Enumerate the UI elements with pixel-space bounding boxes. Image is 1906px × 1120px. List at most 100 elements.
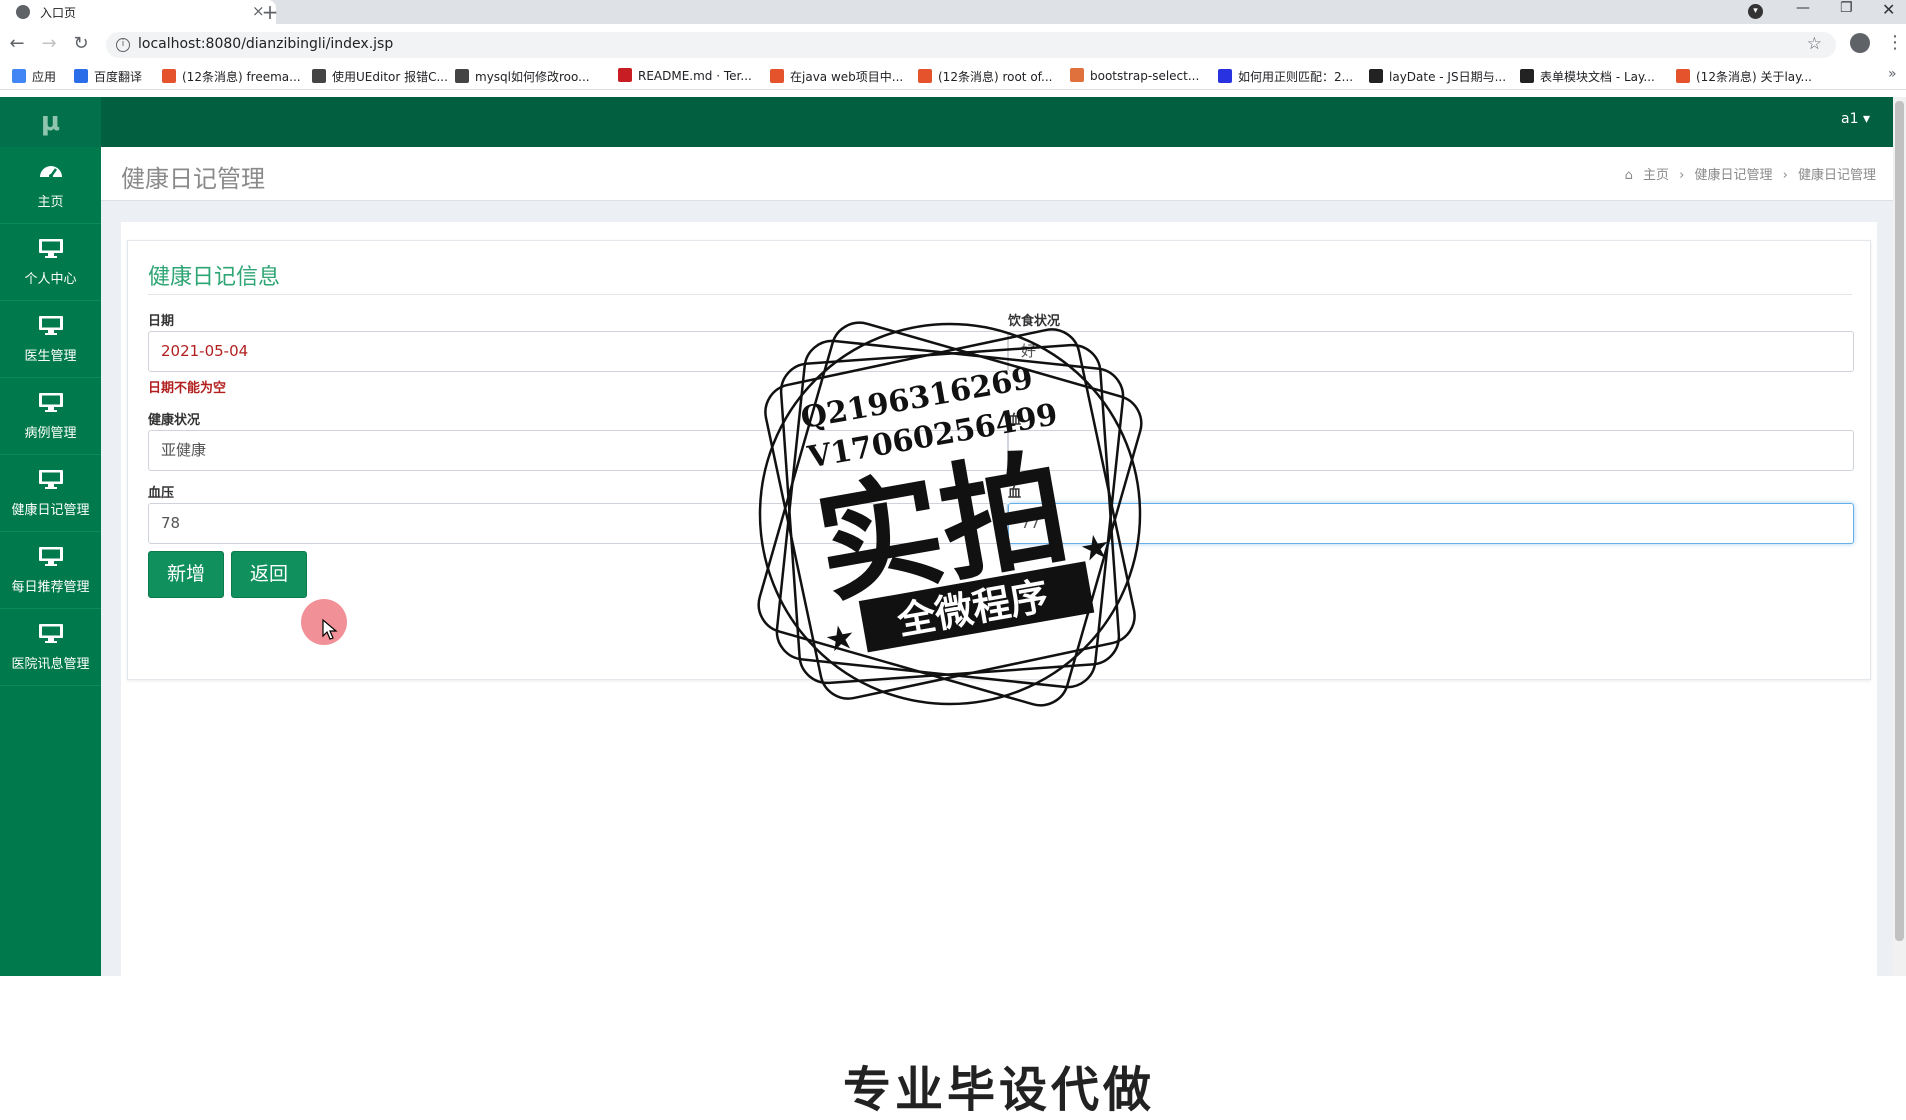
sidebar-item-label: 每日推荐管理	[11, 580, 90, 595]
breadcrumb: ⌂ 主页 › 健康日记管理 › 健康日记管理	[1622, 164, 1879, 183]
sidebar-item[interactable]: 病例管理	[0, 378, 101, 455]
breadcrumb-section[interactable]: 健康日记管理	[1694, 168, 1772, 183]
forward-arrow-icon[interactable]: →	[38, 33, 60, 54]
close-window-button[interactable]: ✕	[1882, 0, 1895, 19]
bookmark-label: layDate - JS日期与...	[1389, 70, 1507, 84]
bookmark-label: 使用UEditor 报错C...	[332, 70, 448, 84]
minimize-button[interactable]: —	[1796, 0, 1810, 16]
sidebar-item-label: 医院讯息管理	[11, 657, 90, 672]
monitor-icon	[39, 316, 63, 335]
url-text[interactable]: localhost:8080/dianzibingli/index.jsp	[138, 36, 393, 52]
sidebar-item-label: 病例管理	[24, 426, 77, 441]
bookmark-item[interactable]: README.md · Ter...	[618, 68, 752, 83]
bookmark-item[interactable]: layDate - JS日期与...	[1369, 68, 1506, 85]
content-header: 健康日记管理 ⌂ 主页 › 健康日记管理 › 健康日记管理	[101, 147, 1893, 201]
date-error: 日期不能为空	[148, 381, 227, 396]
profile-avatar-icon[interactable]	[1850, 33, 1870, 53]
monitor-icon	[39, 547, 63, 566]
scrollbar-thumb[interactable]	[1895, 101, 1904, 941]
sidebar-item[interactable]: 每日推荐管理	[0, 532, 101, 609]
sidebar-item[interactable]: 医生管理	[0, 301, 101, 378]
bookmark-label: 在java web项目中...	[790, 70, 904, 84]
more-bookmarks-icon[interactable]: »	[1888, 66, 1897, 82]
form-title: 健康日记信息	[148, 265, 281, 290]
bookmark-label: bootstrap-select...	[1090, 69, 1200, 83]
bookmark-item[interactable]: (12条消息) root of...	[918, 68, 1052, 85]
bookmark-label: 表单模块文档 - Lay...	[1540, 70, 1655, 84]
globe-icon	[16, 5, 30, 19]
bookmark-star-icon[interactable]: ☆	[1807, 34, 1822, 54]
bookmark-item[interactable]: 在java web项目中...	[770, 68, 903, 85]
add-button[interactable]: 新增	[148, 551, 224, 598]
bookmarks-bar: » 应用 百度翻译 (12条消息) freema... 使用UEditor 报错C..…	[0, 64, 1906, 90]
date-label: 日期	[148, 314, 175, 329]
monitor-icon	[39, 624, 63, 643]
bookmark-item[interactable]: 使用UEditor 报错C...	[312, 68, 448, 85]
health-label: 健康状况	[148, 413, 201, 428]
breadcrumb-home[interactable]: 主页	[1643, 168, 1669, 183]
bookmark-label: (12条消息) root of...	[938, 70, 1053, 84]
bookmark-label: 百度翻译	[94, 70, 143, 84]
bookmark-favicon-icon	[1520, 69, 1534, 83]
sidebar: μ 主页个人中心医生管理病例管理健康日记管理 每日推荐管理 医院讯息管理	[0, 97, 101, 976]
bookmark-favicon-icon	[918, 69, 932, 83]
sidebar-item[interactable]: 健康日记管理	[0, 455, 101, 532]
sidebar-item[interactable]: 主页	[0, 147, 101, 224]
page-title: 健康日记管理	[121, 165, 265, 193]
bottom-banner-text: 专业毕设代做	[843, 1062, 1156, 1118]
chevron-right-icon: ›	[1782, 168, 1788, 183]
sidebar-item-label: 个人中心	[24, 272, 77, 287]
bookmark-item[interactable]: bootstrap-select...	[1070, 68, 1199, 83]
watermark-stamp: Q2196316269 V17060256499 实拍 全微程序 ★ ★	[757, 321, 1143, 707]
back-button[interactable]: 返回	[231, 551, 307, 598]
sidebar-item[interactable]: 个人中心	[0, 224, 101, 301]
browser-tab[interactable]: 入口页 ×	[0, 0, 276, 24]
sidebar-item[interactable]: 医院讯息管理	[0, 609, 101, 686]
home-icon: ⌂	[1624, 168, 1633, 183]
bookmark-item[interactable]: 应用	[12, 68, 56, 85]
star-icon: ★	[822, 617, 859, 662]
tab-search-icon[interactable]: ▾	[1748, 4, 1763, 19]
bookmark-favicon-icon	[12, 69, 26, 83]
address-bar[interactable]: i localhost:8080/dianzibingli/index.jsp …	[106, 32, 1836, 58]
restore-button[interactable]: ❐	[1840, 0, 1853, 16]
chevron-right-icon: ›	[1679, 168, 1685, 183]
page-scrollbar[interactable]	[1893, 97, 1906, 976]
bookmark-favicon-icon	[1218, 69, 1232, 83]
browser-tabbar: 入口页 × + ▾ — ❐ ✕	[0, 0, 1906, 24]
back-arrow-icon[interactable]: ←	[6, 33, 28, 54]
new-tab-button[interactable]: +	[258, 0, 282, 24]
bookmark-item[interactable]: (12条消息) 关于lay...	[1676, 68, 1812, 85]
reload-icon[interactable]: ↻	[70, 33, 92, 54]
bookmark-item[interactable]: 表单模块文档 - Lay...	[1520, 68, 1655, 85]
bookmark-label: mysql如何修改roo...	[475, 70, 590, 84]
mouse-cursor-icon	[322, 619, 338, 640]
monitor-icon	[39, 393, 63, 412]
sidebar-item-label: 健康日记管理	[11, 503, 90, 518]
user-menu[interactable]: a1 ▾	[1841, 111, 1870, 127]
top-navbar: a1 ▾	[101, 97, 1906, 147]
bookmark-favicon-icon	[1676, 69, 1690, 83]
bookmark-favicon-icon	[770, 69, 784, 83]
info-icon[interactable]: i	[116, 38, 130, 52]
bookmark-item[interactable]: mysql如何修改roo...	[455, 68, 590, 85]
bookmark-label: (12条消息) 关于lay...	[1696, 70, 1812, 84]
bookmark-item[interactable]: 百度翻译	[74, 68, 142, 85]
tab-title: 入口页	[40, 6, 77, 20]
monitor-icon	[39, 239, 63, 258]
bookmark-favicon-icon	[1070, 68, 1084, 82]
breadcrumb-current: 健康日记管理	[1797, 168, 1876, 183]
blood-pressure-label: 血压	[148, 486, 175, 501]
browser-menu-icon[interactable]: ⋮	[1886, 32, 1904, 53]
app-logo: μ	[0, 97, 101, 147]
bookmark-label: 应用	[32, 70, 57, 84]
bookmark-item[interactable]: (12条消息) freema...	[162, 68, 301, 85]
monitor-icon	[39, 470, 63, 489]
bookmark-favicon-icon	[1369, 69, 1383, 83]
bookmark-favicon-icon	[618, 68, 632, 82]
bookmark-favicon-icon	[74, 69, 88, 83]
bookmark-item[interactable]: 如何用正则匹配：2...	[1218, 68, 1353, 85]
browser-toolbar: ← → ↻ i localhost:8080/dianzibingli/inde…	[0, 24, 1906, 64]
sidebar-item-label: 医生管理	[24, 349, 77, 364]
bookmark-favicon-icon	[312, 69, 326, 83]
